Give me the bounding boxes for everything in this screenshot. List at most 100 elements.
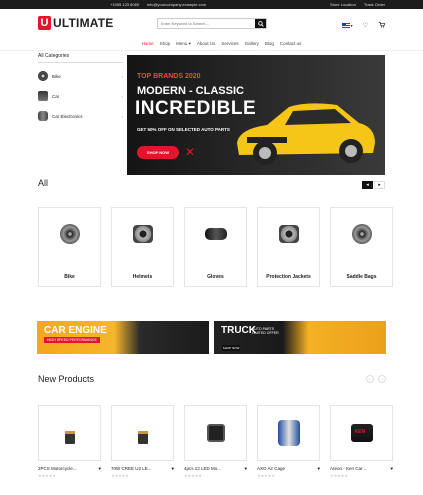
alternator-image <box>278 225 299 243</box>
brake-disc-image <box>59 224 80 244</box>
heart-icon[interactable]: ♡ <box>363 22 368 29</box>
language-selector[interactable]: ▾ <box>341 23 353 28</box>
product-name: Helmets <box>132 274 153 280</box>
product-card-helmets[interactable]: Helmets <box>111 207 174 287</box>
rating-stars: ★★★★★ <box>184 473 202 478</box>
product-name: Gloves <box>207 274 224 280</box>
product-name: 4pcs 12 LED Mo... <box>184 466 222 471</box>
email-text: info@yourcompany.example.com <box>147 2 207 7</box>
product-name: Bike <box>64 274 75 280</box>
product-card-protection-jackets[interactable]: Protection Jackets <box>257 207 320 287</box>
nav-contact-us[interactable]: Contact us <box>280 41 302 46</box>
chevron-right-icon: › <box>121 93 123 99</box>
nav-about-us[interactable]: About Us <box>197 41 216 46</box>
banner-offer: GET 50% OFF ON SELECTED AUTO PARTS <box>137 127 230 132</box>
category-item-car[interactable]: Car › <box>38 86 123 106</box>
car-part-icon <box>38 91 48 101</box>
heart-icon[interactable]: ♥ <box>171 466 174 471</box>
promo-car-engine[interactable]: CAR ENGINE HIGH SPEED PERFORMANCE <box>37 321 209 354</box>
product-name: 2PCS Motorcycle... <box>38 466 77 471</box>
product-name: Areon - Ken Car ... <box>330 466 368 471</box>
search-box <box>157 18 267 29</box>
promo-title: CAR ENGINE <box>44 325 107 336</box>
brake-disc-image <box>351 224 372 244</box>
category-label: Bike <box>52 73 61 79</box>
category-title: All Categories <box>38 53 123 63</box>
new-product-card[interactable]: AXO Air Cage ♥ ★★★★★ <box>257 405 320 495</box>
next-arrow-icon[interactable]: › <box>378 375 386 383</box>
heart-icon[interactable]: ♥ <box>317 466 320 471</box>
new-product-card[interactable]: 4pcs 12 LED Mo... ♥ ★★★★★ <box>184 405 247 495</box>
product-card-saddle-bags[interactable]: Saddle Bags <box>330 207 393 287</box>
all-carousel-arrows: ◂ ▸ <box>362 181 385 189</box>
nav-menu[interactable]: Menu ▾ <box>176 41 191 47</box>
promo-small-text: AUTO PARTS LIMITED OFFER <box>252 327 279 335</box>
heart-icon[interactable]: ♥ <box>98 466 101 471</box>
promo-truck[interactable]: TRUCK AUTO PARTS LIMITED OFFER SHOP NOW <box>214 321 386 354</box>
product-name: Saddle Bags <box>346 274 377 280</box>
nav-services[interactable]: Services <box>221 41 238 46</box>
promo-small-line2: LIMITED OFFER <box>252 331 279 335</box>
led-lamp-image <box>206 424 225 442</box>
logo-mark: U <box>38 16 51 30</box>
product-name: 70W CREE U2 LE... <box>111 466 152 471</box>
category-label: Car <box>52 93 60 99</box>
hero-banner[interactable]: TOP BRANDS 2020 MODERN - CLASSIC INCREDI… <box>127 55 385 175</box>
nav-shop[interactable]: Shop <box>160 41 171 46</box>
jacket-image <box>277 420 300 446</box>
new-products-list: 2PCS Motorcycle... ♥ ★★★★★ 70W CREE U2 LE… <box>38 405 393 495</box>
nav-blog[interactable]: Blog <box>265 41 274 46</box>
rating-stars: ★★★★★ <box>257 473 275 478</box>
prev-arrow-icon[interactable]: ‹ <box>366 375 374 383</box>
promo-title: TRUCK <box>221 325 256 336</box>
search-icon <box>257 20 264 27</box>
heart-icon[interactable]: ♥ <box>390 466 393 471</box>
headlight-image <box>204 228 227 240</box>
category-item-bike[interactable]: Bike › <box>38 66 123 86</box>
air-freshener-image <box>350 424 373 442</box>
phone-text: +1555 123 8069 <box>110 2 140 7</box>
category-label: Car Electronics <box>52 113 83 119</box>
new-product-card[interactable]: 70W CREE U2 LE... ♥ ★★★★★ <box>111 405 174 495</box>
promo-subtitle: HIGH SPEED PERFORMANCE <box>44 337 100 343</box>
track-order-link[interactable]: Track Order <box>364 2 385 7</box>
store-location-link[interactable]: Store Location <box>330 2 356 7</box>
all-section-title: All <box>38 178 49 188</box>
banner-tag: TOP BRANDS 2020 <box>137 73 201 80</box>
bulb-image <box>137 422 148 444</box>
shop-now-button[interactable]: SHOP NOW <box>137 146 179 159</box>
product-card-bike[interactable]: Bike <box>38 207 101 287</box>
cart-icon[interactable] <box>378 21 386 30</box>
rating-stars: ★★★★★ <box>330 473 348 478</box>
bulb-image <box>64 422 75 444</box>
nav-gallery[interactable]: Gallery <box>245 41 259 46</box>
yellow-car-image <box>237 103 375 165</box>
search-input[interactable] <box>158 19 255 28</box>
alternator-image <box>132 225 153 243</box>
next-arrow-icon[interactable]: ▸ <box>374 181 385 189</box>
product-card-gloves[interactable]: Gloves <box>184 207 247 287</box>
prev-arrow-icon[interactable]: ◂ <box>362 181 373 189</box>
search-button[interactable] <box>255 19 266 28</box>
new-product-card[interactable]: 2PCS Motorcycle... ♥ ★★★★★ <box>38 405 101 495</box>
rating-stars: ★★★★★ <box>111 473 129 478</box>
heart-icon[interactable]: ♥ <box>244 466 247 471</box>
nav-home[interactable]: Home <box>142 41 154 46</box>
us-flag-icon <box>341 23 350 28</box>
electronics-icon <box>38 111 48 121</box>
chevron-right-icon: › <box>121 113 123 119</box>
chevron-right-icon: › <box>121 73 123 79</box>
top-bar: +1555 123 8069 info@yourcompany.example.… <box>0 0 423 9</box>
rating-stars: ★★★★★ <box>38 473 56 478</box>
product-name: AXO Air Cage <box>257 466 286 471</box>
new-product-card[interactable]: Areon - Ken Car ... ♥ ★★★★★ <box>330 405 393 495</box>
logo[interactable]: U ULTIMATE <box>38 16 113 30</box>
category-carousel: Bike Helmets Gloves Protection Jackets S… <box>38 207 393 287</box>
language-caret: ▾ <box>350 23 353 28</box>
category-sidebar: All Categories Bike › Car › Car Electron… <box>38 53 123 126</box>
logo-text: ULTIMATE <box>53 16 114 30</box>
product-name: Protection Jackets <box>266 274 311 280</box>
category-item-car-electronics[interactable]: Car Electronics › <box>38 106 123 126</box>
promo-shop-now-button[interactable]: SHOP NOW <box>222 345 240 351</box>
main-nav: Home Shop Menu ▾ About Us Services Galle… <box>0 37 423 51</box>
